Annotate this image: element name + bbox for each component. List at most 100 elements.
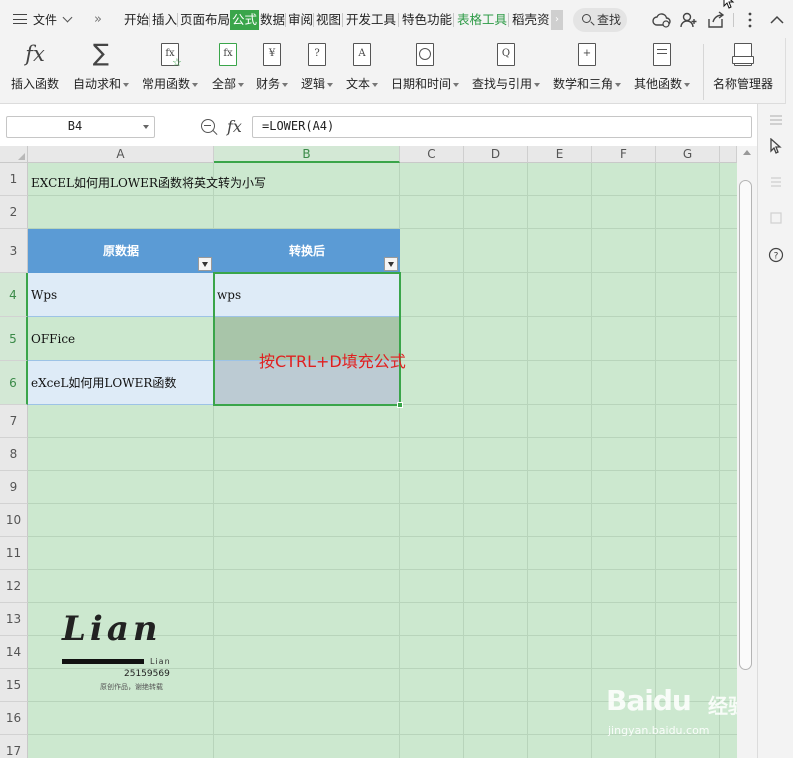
expand-panel-icon[interactable] <box>768 112 784 128</box>
all-functions-button[interactable]: fx 全部 <box>210 42 246 92</box>
column-header-g[interactable]: G <box>656 146 720 163</box>
tab-developer[interactable]: 开发工具 <box>345 10 397 30</box>
logo-bar <box>62 659 144 664</box>
column-header-d[interactable]: D <box>464 146 528 163</box>
row-header[interactable]: 14 <box>0 636 28 669</box>
table-header-converted[interactable]: 转换后 <box>214 229 400 273</box>
spreadsheet-grid[interactable]: A B C D E F G 1 2 3 4 5 6 7 8 9 10 11 12… <box>0 146 737 758</box>
filter-dropdown-icon[interactable] <box>198 257 212 271</box>
insert-function-button[interactable]: fx 插入函数 <box>10 42 60 92</box>
table-header-original[interactable]: 原数据 <box>28 229 214 273</box>
format-painter-icon[interactable] <box>768 174 784 190</box>
search-label: 查找 <box>597 13 622 27</box>
hamburger-menu-icon[interactable] <box>13 14 27 24</box>
row-header[interactable]: 3 <box>0 229 28 273</box>
row-header[interactable]: 15 <box>0 669 28 702</box>
cell-a5[interactable]: OFFice <box>28 317 214 361</box>
tab-docer[interactable]: 稻壳资 <box>511 10 551 30</box>
row-header[interactable]: 17 <box>0 735 28 758</box>
more-tabs-button[interactable]: » <box>94 9 102 31</box>
name-box[interactable]: B4 <box>6 116 155 138</box>
help-icon[interactable]: ? <box>768 247 784 263</box>
right-side-panel: ? <box>757 104 793 758</box>
math-icon: + <box>574 42 600 68</box>
logic-icon: ? <box>304 42 330 68</box>
logic-functions-button[interactable]: ? 逻辑 <box>299 42 335 92</box>
row-header[interactable]: 8 <box>0 438 28 471</box>
tab-review[interactable]: 审阅 <box>287 10 314 30</box>
row-header[interactable]: 7 <box>0 405 28 438</box>
tab-table-tools[interactable]: 表格工具 <box>456 10 508 30</box>
chevron-down-icon[interactable] <box>143 125 149 129</box>
common-functions-button[interactable]: fx ☆ 常用函数 <box>140 42 200 92</box>
row-header[interactable]: 10 <box>0 504 28 537</box>
tabs-scroll-right-button[interactable]: › <box>551 10 563 30</box>
formula-text: =LOWER(A4) <box>262 119 335 133</box>
more-options-icon[interactable] <box>740 10 760 30</box>
tab-home[interactable]: 开始 <box>123 10 150 30</box>
row-header[interactable]: 13 <box>0 603 28 636</box>
cell-reference: B4 <box>67 119 83 133</box>
cell-a1-title[interactable]: EXCEL如何用LOWER函数将英文转为小写 <box>31 174 266 191</box>
scroll-up-arrow-icon[interactable] <box>743 150 751 155</box>
select-cursor-icon[interactable] <box>768 138 784 154</box>
zoom-out-icon[interactable] <box>201 119 215 133</box>
tab-view[interactable]: 视图 <box>315 10 342 30</box>
fill-handle[interactable] <box>397 402 403 408</box>
search-button[interactable]: 查找 <box>573 8 627 32</box>
logo-wordmark: Lian <box>62 609 162 649</box>
row-header[interactable]: 5 <box>0 317 28 361</box>
row-header[interactable]: 12 <box>0 570 28 603</box>
row-header[interactable]: 2 <box>0 196 28 229</box>
tab-page-layout[interactable]: 页面布局 <box>179 10 231 30</box>
row-header[interactable]: 4 <box>0 273 28 317</box>
dropdown-arrow-icon <box>372 82 378 87</box>
lookup-reference-button[interactable]: Q 查找与引用 <box>470 42 542 92</box>
tab-data[interactable]: 数据 <box>259 10 286 30</box>
date-time-functions-button[interactable]: 日期和时间 <box>390 42 460 92</box>
row-header[interactable]: 9 <box>0 471 28 504</box>
collaborate-user-icon[interactable] <box>679 10 699 30</box>
menu-bar: 文件 » 开始 插入 页面布局 公式 数据 审阅 视图 开发工具 特色功能 表格… <box>0 0 793 38</box>
chevron-down-icon[interactable] <box>62 12 73 23</box>
ribbon-label: 名称管理器 <box>712 77 773 91</box>
text-functions-button[interactable]: A 文本 <box>344 42 380 92</box>
share-icon[interactable] <box>706 10 726 30</box>
gridline <box>28 569 737 570</box>
math-trig-button[interactable]: + 数学和三角 <box>551 42 623 92</box>
file-menu-button[interactable]: 文件 <box>33 9 57 31</box>
scrollbar-thumb[interactable] <box>739 180 752 670</box>
cell-a4[interactable]: Wps <box>28 273 214 317</box>
dropdown-arrow-icon <box>192 82 198 87</box>
other-functions-button[interactable]: 其他函数 <box>632 42 692 92</box>
ribbon-scroll-edge[interactable] <box>785 38 793 104</box>
column-header-c[interactable]: C <box>400 146 464 163</box>
tab-divider <box>177 13 178 27</box>
backup-icon[interactable] <box>768 210 784 226</box>
column-header-a[interactable]: A <box>28 146 214 163</box>
cloud-sync-icon[interactable] <box>652 10 672 30</box>
name-manager-button[interactable]: 名称管理器 <box>710 42 776 92</box>
fx-icon[interactable]: fx <box>227 117 242 136</box>
autosum-button[interactable]: ∑ 自动求和 <box>72 39 130 92</box>
row-header[interactable]: 6 <box>0 361 28 405</box>
vertical-scrollbar[interactable] <box>737 146 757 758</box>
tab-formulas[interactable]: 公式 <box>230 10 260 30</box>
column-header-f[interactable]: F <box>592 146 656 163</box>
collapse-ribbon-icon[interactable] <box>767 10 787 30</box>
column-header-h[interactable] <box>720 146 737 163</box>
finance-functions-button[interactable]: ¥ 财务 <box>254 42 290 92</box>
clock-icon <box>412 42 438 68</box>
tab-special-features[interactable]: 特色功能 <box>401 10 453 30</box>
row-header[interactable]: 1 <box>0 163 28 196</box>
formula-input[interactable]: =LOWER(A4) <box>252 116 752 138</box>
row-header[interactable]: 16 <box>0 702 28 735</box>
column-header-b[interactable]: B <box>214 146 400 163</box>
tab-insert[interactable]: 插入 <box>151 10 178 30</box>
toolbar-divider <box>733 13 734 27</box>
filter-dropdown-icon[interactable] <box>384 257 398 271</box>
column-header-e[interactable]: E <box>528 146 592 163</box>
select-all-corner[interactable] <box>0 146 28 163</box>
cell-a6[interactable]: eXceL如何用LOWER函数 <box>28 361 214 405</box>
row-header[interactable]: 11 <box>0 537 28 570</box>
